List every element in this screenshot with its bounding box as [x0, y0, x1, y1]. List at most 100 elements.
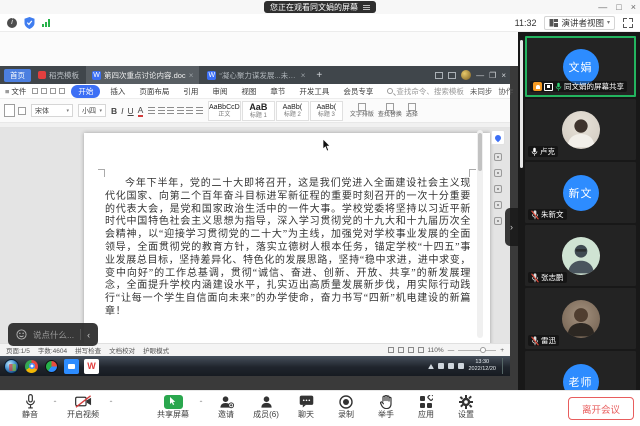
ribbon-tab-page-layout[interactable]: 页面布局 [135, 85, 173, 98]
wps-tab-home[interactable]: 首页 [4, 68, 31, 82]
view-mode-icon[interactable] [417, 347, 424, 353]
find-replace-tool[interactable]: 查找替换 [378, 102, 402, 119]
clipboard-group[interactable] [4, 104, 26, 117]
participant-tile[interactable]: 老师 老师 [525, 351, 636, 390]
font-name-select[interactable]: 宋体 ▾ [31, 104, 73, 117]
wps-tab-docer[interactable]: 稻壳模板 [34, 70, 83, 81]
show-desktop-button[interactable] [502, 358, 506, 374]
view-mode-icon[interactable] [407, 347, 414, 353]
sync-status[interactable]: 未同步 [470, 86, 493, 97]
wps-minimize-button[interactable]: — [476, 71, 484, 80]
document-page[interactable]: 今年下半年，党的二十大即将召开，这是我们党进入全面建设社会主义现代化国家、向第二… [84, 133, 490, 343]
paste-icon[interactable] [4, 104, 15, 117]
taskbar-meeting-icon[interactable] [64, 358, 79, 374]
fullscreen-icon[interactable] [623, 17, 633, 28]
participant-tile[interactable]: 张志鹏 [525, 225, 636, 286]
ribbon-tab-section[interactable]: 章节 [266, 85, 289, 98]
participant-tile[interactable]: 新文 朱新文 [525, 162, 636, 223]
eye-mode-toggle[interactable]: 护眼模式 [143, 345, 169, 355]
format-painter-icon[interactable] [18, 106, 26, 115]
close-button[interactable]: × [631, 0, 636, 14]
side-tool-icon[interactable] [494, 169, 502, 177]
start-video-button[interactable]: 开启视频 [60, 394, 106, 419]
raise-hand-button[interactable]: 举手 [366, 394, 406, 419]
ribbon-tab-insert[interactable]: 插入 [106, 85, 129, 98]
taskbar-chrome-icon[interactable] [24, 359, 39, 374]
ribbon-tab-home[interactable]: 开始 [71, 84, 101, 98]
document-area[interactable]: 今年下半年，党的二十大即将召开，这是我们党进入全面建设社会主义现代化国家、向第二… [0, 128, 510, 343]
maximize-button[interactable]: □ [616, 0, 621, 14]
font-style-group[interactable]: BIU A [111, 105, 144, 117]
collab-button[interactable]: 协作 [498, 86, 513, 97]
proofing-toggle[interactable]: 文档校对 [109, 345, 135, 355]
zoom-in-button[interactable]: + [500, 347, 504, 354]
tab-close-icon[interactable]: × [189, 71, 194, 80]
taskbar-app-icon[interactable] [44, 359, 59, 374]
quick-access-icons[interactable] [32, 88, 66, 94]
chat-button[interactable]: 聊天 [286, 394, 326, 419]
view-mode-icon[interactable] [397, 347, 404, 353]
tray-icon[interactable] [448, 363, 455, 369]
record-button[interactable]: 录制 [326, 394, 366, 419]
document-scrollbar[interactable] [477, 130, 483, 338]
taskbar-wps-icon[interactable]: W [84, 358, 99, 374]
ribbon-search[interactable]: 查找命令、搜索模板 [387, 86, 464, 97]
wps-restore-button[interactable]: ❐ [489, 71, 496, 80]
tab-close-icon[interactable]: × [301, 71, 306, 80]
participant-tile-presenter[interactable]: 文娟 同文娟的屏幕共享 [525, 36, 636, 97]
wps-tab-other-document[interactable]: W “凝心聚力谋发展...未来(党建网) × [202, 70, 310, 81]
font-size-select[interactable]: 小四 ▾ [78, 104, 106, 117]
leave-meeting-button[interactable]: 离开会议 [567, 397, 634, 420]
wps-file-menu[interactable]: ≡ 文件 [5, 86, 26, 97]
security-shield-icon[interactable] [24, 16, 35, 29]
participant-tile[interactable]: 卢克 [525, 99, 636, 160]
side-tool-icon[interactable] [494, 217, 502, 225]
meeting-info-icon[interactable] [7, 17, 17, 28]
share-options-chevron[interactable]: ⌃ [196, 394, 206, 407]
apps-button[interactable]: 应用 [406, 394, 446, 419]
typeset-tool[interactable]: 文字排版 [350, 102, 374, 119]
tray-expand-icon[interactable] [428, 363, 435, 369]
tray-icon[interactable] [458, 363, 465, 369]
windows-start-button[interactable] [4, 358, 19, 374]
side-tool-icon[interactable] [494, 153, 502, 161]
style-heading1[interactable]: AaB 标题 1 [241, 100, 275, 121]
document-paragraph[interactable]: 今年下半年，党的二十大即将召开，这是我们党进入全面建设社会主义现代化国家、向第二… [105, 178, 471, 319]
video-options-chevron[interactable]: ⌃ [106, 394, 116, 407]
invite-button[interactable]: 邀请 [206, 394, 246, 419]
share-screen-button[interactable]: 共享屏幕 [150, 394, 196, 419]
split-view-icon[interactable] [435, 71, 444, 79]
side-tool-icon[interactable] [494, 201, 502, 209]
side-tool-icon[interactable] [494, 185, 502, 193]
spellcheck-toggle[interactable]: 拼写检查 [75, 345, 101, 355]
taskbar-clock[interactable]: 13:30 2022/12/20 [468, 359, 496, 372]
reading-position-pin-icon[interactable] [491, 130, 505, 145]
tray-icon[interactable] [438, 363, 445, 369]
ribbon-tab-member[interactable]: 会员专享 [339, 85, 377, 98]
wps-close-button[interactable]: × [501, 71, 506, 80]
zoom-slider[interactable] [458, 347, 497, 353]
wps-tab-active-document[interactable]: W 第四次重点讨论内容.doc × [86, 66, 200, 84]
network-signal-icon[interactable] [42, 18, 50, 27]
sidebar-scrollbar[interactable] [520, 40, 523, 168]
ribbon-tab-view[interactable]: 视图 [237, 85, 260, 98]
banner-menu-icon[interactable] [363, 4, 370, 10]
ribbon-tab-dev-tools[interactable]: 开发工具 [295, 85, 333, 98]
ribbon-tab-review[interactable]: 审阅 [208, 85, 231, 98]
paragraph-group[interactable] [148, 107, 203, 114]
chevron-left-icon[interactable]: ‹ [87, 330, 90, 340]
style-heading2[interactable]: AaBb(标题 2 [275, 100, 309, 121]
quick-chat-bar[interactable]: 说点什么... ‹ [8, 323, 99, 346]
view-mode-icon[interactable] [387, 347, 394, 353]
tab-list-icon[interactable] [448, 71, 457, 79]
style-body[interactable]: AaBbCcD 正文 [207, 100, 241, 121]
zoom-out-button[interactable]: — [448, 347, 455, 354]
sidebar-collapse-handle[interactable]: › [505, 208, 518, 246]
settings-button[interactable]: 设置 [446, 394, 486, 419]
mute-options-chevron[interactable]: ⌃ [50, 394, 60, 407]
mute-button[interactable]: 静音 [10, 394, 50, 419]
participant-tile[interactable]: 雷迅 [525, 288, 636, 349]
select-tool[interactable]: 选择 [406, 102, 418, 119]
members-button[interactable]: 成员(6) [246, 394, 286, 419]
chat-placeholder[interactable]: 说点什么... [33, 329, 74, 341]
